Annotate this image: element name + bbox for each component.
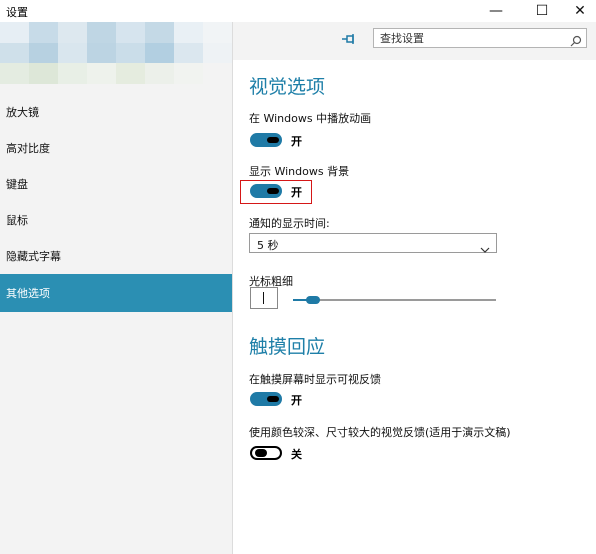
notification-time-value: 5 秒: [257, 239, 279, 252]
play-animations-label: 在 Windows 中播放动画: [249, 112, 372, 125]
play-animations-toggle[interactable]: [250, 133, 282, 147]
close-icon: ✕: [574, 3, 586, 19]
darker-feedback-label: 使用颜色较深、尺寸较大的视觉反馈(适用于演示文稿): [249, 426, 511, 439]
maximize-icon: ☐: [535, 3, 549, 19]
touch-feedback-heading: 触摸回应: [249, 336, 326, 358]
toggle-knob: [267, 137, 279, 143]
sidebar-item-label: 隐藏式字幕: [6, 250, 61, 263]
visual-feedback-state: 开: [291, 394, 302, 407]
close-button[interactable]: ✕: [560, 0, 596, 22]
minimize-icon: —: [489, 3, 503, 19]
title-bar: 设置 — ☐ ✕: [0, 0, 596, 22]
sidebar-item-label: 其他选项: [6, 287, 50, 300]
search-icon[interactable]: [570, 32, 582, 47]
pixelated-image: [0, 22, 232, 84]
sidebar-item-label: 放大镜: [6, 106, 39, 119]
sidebar-item-label: 高对比度: [6, 142, 50, 155]
cursor-preview: [250, 287, 278, 309]
sidebar-item-magnifier[interactable]: 放大镜: [0, 94, 232, 130]
window-title: 设置: [6, 6, 28, 19]
pin-icon[interactable]: [340, 30, 358, 48]
sidebar: 放大镜 高对比度 键盘 鼠标 隐藏式字幕 其他选项: [0, 22, 233, 554]
darker-feedback-state: 关: [291, 448, 302, 461]
sidebar-item-closed-captions[interactable]: 隐藏式字幕: [0, 238, 232, 274]
toggle-knob: [267, 188, 279, 194]
visual-options-heading: 视觉选项: [249, 76, 326, 98]
sidebar-item-keyboard[interactable]: 键盘: [0, 166, 232, 202]
sidebar-item-label: 鼠标: [6, 214, 28, 227]
cursor-preview-line: [263, 292, 264, 304]
show-background-state: 开: [291, 186, 302, 199]
show-background-toggle[interactable]: [250, 184, 282, 198]
sidebar-nav: 放大镜 高对比度 键盘 鼠标 隐藏式字幕 其他选项: [0, 94, 232, 312]
notification-time-label: 通知的显示时间:: [249, 217, 330, 230]
toggle-knob: [267, 396, 279, 402]
show-background-label: 显示 Windows 背景: [249, 165, 350, 178]
visual-feedback-toggle[interactable]: [250, 392, 282, 406]
visual-feedback-label: 在触摸屏幕时显示可视反馈: [249, 373, 381, 386]
search-box[interactable]: [373, 28, 587, 48]
cursor-thickness-slider-track[interactable]: [293, 299, 496, 301]
sidebar-item-label: 键盘: [6, 178, 28, 191]
search-input[interactable]: [380, 31, 560, 44]
sidebar-header-blurred: [0, 22, 232, 90]
maximize-button[interactable]: ☐: [522, 0, 562, 22]
cursor-thickness-slider-thumb[interactable]: [306, 296, 321, 304]
darker-feedback-toggle[interactable]: [250, 446, 282, 460]
sidebar-item-other-options[interactable]: 其他选项: [0, 274, 232, 312]
sidebar-item-high-contrast[interactable]: 高对比度: [0, 130, 232, 166]
sidebar-item-mouse[interactable]: 鼠标: [0, 202, 232, 238]
chevron-down-icon: [480, 239, 490, 253]
notification-time-dropdown[interactable]: 5 秒: [249, 233, 497, 253]
toggle-knob: [255, 449, 267, 457]
play-animations-state: 开: [291, 135, 302, 148]
minimize-button[interactable]: —: [476, 0, 516, 22]
